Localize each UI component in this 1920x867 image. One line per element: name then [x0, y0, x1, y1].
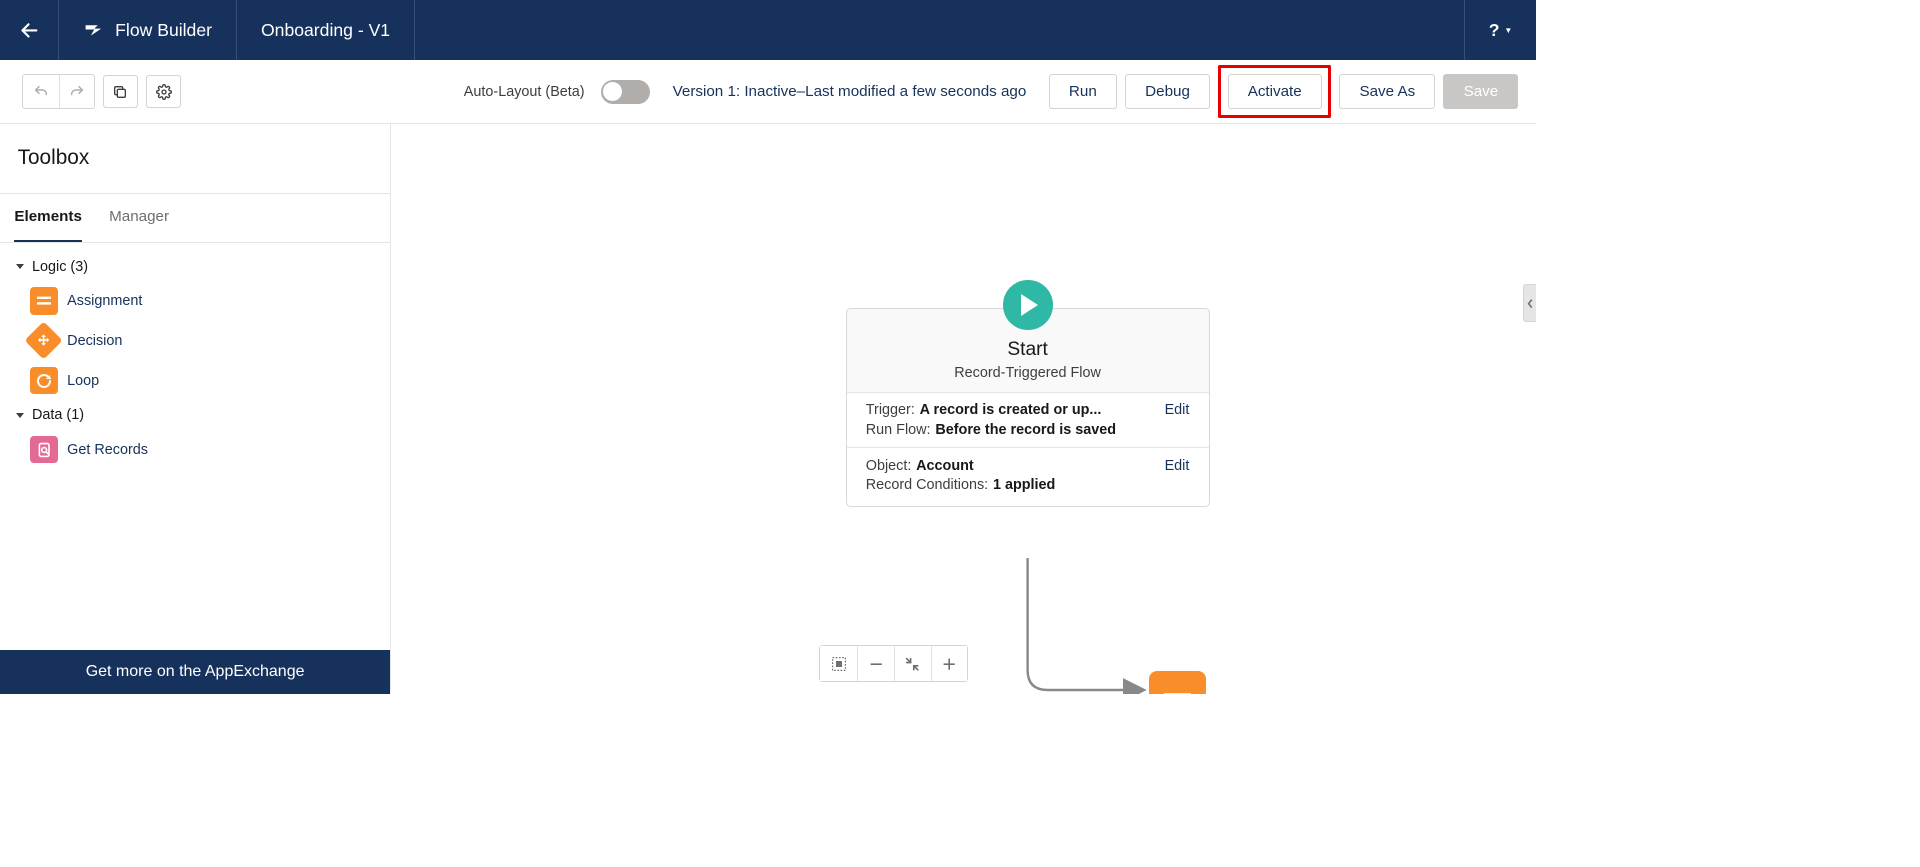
debug-button[interactable]: Debug	[1125, 74, 1210, 109]
toolbox-sidebar: Toolbox Elements Manager Logic (3) Assig…	[0, 124, 391, 694]
element-label: Decision	[67, 333, 122, 349]
action-bar: Auto-Layout (Beta) Version 1: Inactive–L…	[0, 60, 1536, 124]
element-label: Loop	[67, 373, 99, 389]
settings-button[interactable]	[146, 75, 181, 109]
save-as-button[interactable]: Save As	[1339, 74, 1435, 109]
start-title: Start	[855, 339, 1201, 361]
zoom-reset-button[interactable]	[894, 646, 931, 681]
arrow-left-icon	[19, 20, 40, 41]
auto-layout-toggle[interactable]	[601, 80, 651, 104]
object-value: Account	[916, 458, 974, 474]
chevron-down-icon	[16, 413, 24, 418]
right-panel-toggle[interactable]	[1523, 284, 1536, 322]
element-label: Assignment	[67, 293, 142, 309]
redo-icon	[69, 84, 85, 100]
start-subtitle: Record-Triggered Flow	[855, 365, 1201, 381]
zoom-out-button[interactable]	[857, 646, 894, 681]
assignment-node[interactable]	[1149, 671, 1207, 693]
version-status: Version 1: Inactive–Last modified a few …	[673, 83, 1027, 100]
group-data[interactable]: Data (1)	[16, 401, 374, 430]
global-header: Flow Builder Onboarding - V1 ? ▼	[0, 0, 1536, 60]
conditions-value: 1 applied	[993, 477, 1055, 493]
chevron-left-icon	[1527, 298, 1533, 309]
plus-icon	[942, 657, 956, 671]
loop-icon	[30, 367, 57, 394]
edit-trigger[interactable]: Edit	[1165, 402, 1190, 418]
get-records-icon	[30, 436, 57, 463]
element-assignment[interactable]: Assignment	[16, 281, 374, 321]
toolbox-title: Toolbox	[0, 124, 390, 194]
flow-name: Onboarding - V1	[237, 0, 415, 60]
trigger-value: A record is created or up...	[920, 402, 1102, 418]
fit-icon	[831, 656, 847, 672]
zoom-fit-button[interactable]	[820, 646, 857, 681]
app-title-cell: Flow Builder	[59, 0, 237, 60]
object-label: Object:	[866, 458, 912, 474]
activate-callout: Activate	[1218, 65, 1331, 119]
chevron-down-icon	[16, 264, 24, 269]
start-play-badge	[1003, 280, 1053, 330]
edit-object[interactable]: Edit	[1165, 458, 1190, 474]
group-logic[interactable]: Logic (3)	[16, 252, 374, 281]
runflow-value: Before the record is saved	[935, 422, 1116, 438]
tab-elements[interactable]: Elements	[14, 194, 82, 242]
help-menu[interactable]: ? ▼	[1464, 0, 1536, 60]
conditions-label: Record Conditions:	[866, 477, 988, 493]
flow-canvas[interactable]: Start Record-Triggered Flow Trigger: A re…	[391, 124, 1536, 694]
appexchange-link[interactable]: Get more on the AppExchange	[0, 650, 390, 694]
element-label: Get Records	[67, 442, 148, 458]
auto-layout-label: Auto-Layout (Beta)	[464, 84, 585, 100]
save-button[interactable]: Save	[1443, 74, 1518, 109]
gear-icon	[156, 84, 172, 100]
element-decision[interactable]: Decision	[16, 321, 374, 361]
play-icon	[1021, 294, 1038, 316]
app-title: Flow Builder	[115, 20, 212, 41]
decision-icon	[25, 322, 63, 360]
connector-line	[1026, 558, 1170, 693]
undo-icon	[33, 84, 49, 100]
assignment-icon	[30, 287, 57, 314]
undo-button[interactable]	[23, 75, 58, 109]
chevron-down-icon: ▼	[1504, 26, 1512, 35]
back-button[interactable]	[0, 0, 59, 60]
run-button[interactable]: Run	[1049, 74, 1117, 109]
runflow-label: Run Flow:	[866, 422, 931, 438]
start-node[interactable]: Start Record-Triggered Flow Trigger: A re…	[846, 308, 1210, 507]
element-get-records[interactable]: Get Records	[16, 430, 374, 470]
copy-icon	[112, 84, 128, 100]
zoom-in-button[interactable]	[931, 646, 968, 681]
undo-redo-group	[22, 74, 94, 110]
trigger-label: Trigger:	[866, 402, 915, 418]
group-logic-label: Logic (3)	[32, 259, 88, 275]
copy-button[interactable]	[103, 75, 138, 109]
activate-button[interactable]: Activate	[1228, 74, 1322, 109]
element-loop[interactable]: Loop	[16, 361, 374, 401]
toolbox-tabs: Elements Manager	[0, 194, 390, 243]
tab-manager[interactable]: Manager	[109, 194, 169, 242]
redo-button[interactable]	[59, 75, 94, 109]
zoom-panel	[819, 645, 968, 682]
help-icon: ?	[1489, 20, 1500, 41]
group-data-label: Data (1)	[32, 407, 84, 423]
assignment-icon	[1164, 690, 1191, 693]
minus-icon	[869, 657, 883, 671]
compress-icon	[905, 657, 919, 671]
flow-icon	[83, 20, 104, 41]
